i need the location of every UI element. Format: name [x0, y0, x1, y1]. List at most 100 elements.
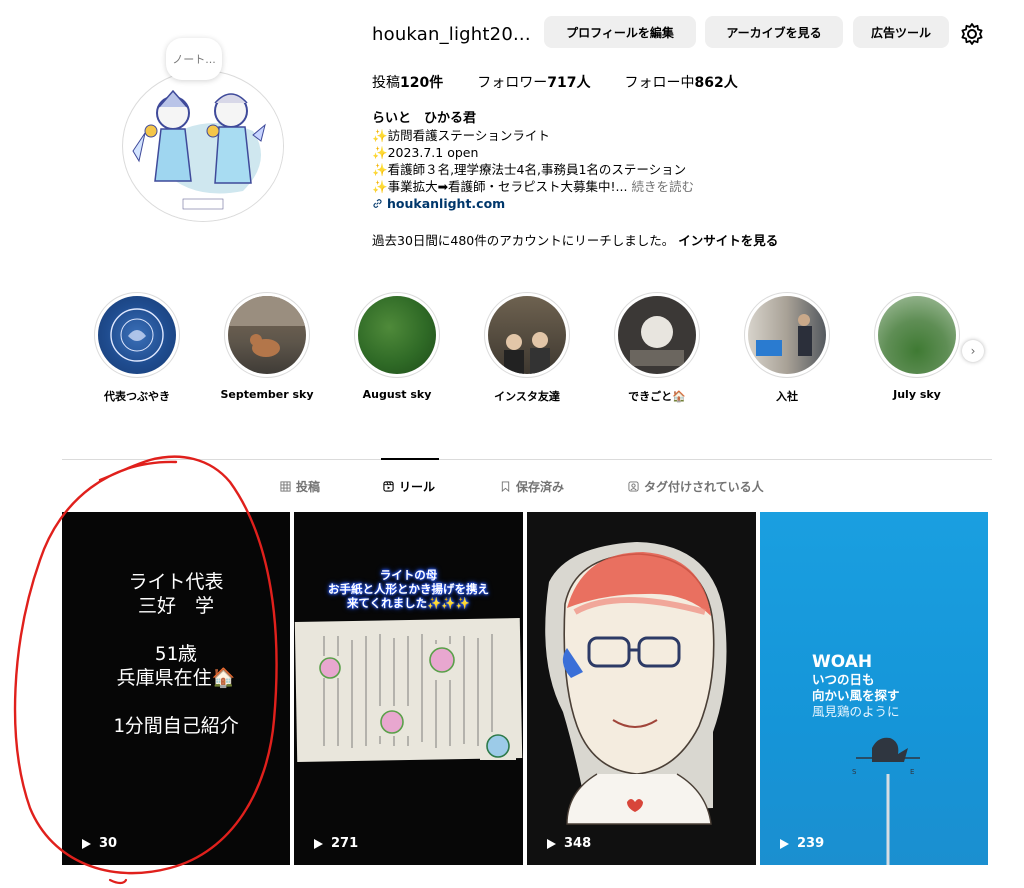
- reel-play-count: 271: [312, 836, 358, 851]
- reel-text-spacer: [62, 690, 290, 714]
- edit-profile-button[interactable]: プロフィールを編集: [544, 16, 696, 48]
- tab-reels[interactable]: リール: [383, 478, 435, 495]
- followers-count[interactable]: フォロワー717人: [477, 72, 590, 92]
- play-icon: [547, 838, 556, 849]
- profile-avatar[interactable]: [122, 70, 284, 222]
- play-icon: [82, 838, 91, 849]
- highlight-item[interactable]: July sky: [862, 292, 972, 401]
- highlight-label: September sky: [220, 388, 314, 401]
- highlight-ring: [484, 292, 570, 378]
- following-value: 862人: [694, 75, 738, 91]
- note-bubble[interactable]: ノート...: [166, 38, 222, 80]
- view-archive-button[interactable]: アーカイブを見る: [705, 16, 843, 48]
- followers-label: フォロワー: [477, 75, 548, 91]
- bio-line: ✨事業拡大➡看護師・セラピスト大募集中!... 続きを読む: [372, 178, 694, 195]
- link-icon: [373, 199, 382, 208]
- following-count[interactable]: フォロー中862人: [624, 72, 737, 92]
- highlight-label: 入社: [776, 390, 798, 403]
- reel-item[interactable]: ライトの母 お手紙と人形とかき揚げを携え 来てくれました✨✨✨ 271: [294, 512, 523, 865]
- highlight-ring: [744, 292, 830, 378]
- active-tab-indicator: [381, 458, 439, 460]
- highlight-thumbnail: [488, 296, 566, 374]
- highlight-thumbnail: [878, 296, 956, 374]
- followers-value: 717人: [547, 75, 591, 91]
- highlight-item[interactable]: 入社: [732, 292, 842, 404]
- reel-text-line: ライト代表: [128, 571, 224, 593]
- bio-line: ✨2023.7.1 open: [372, 145, 479, 160]
- reel-text-line: 51歳: [155, 643, 197, 665]
- reel-play-count: 30: [80, 836, 117, 851]
- reel-weathervane-image: S E: [852, 737, 920, 865]
- profile-stats: 投稿120件 フォロワー717人 フォロー中862人: [372, 72, 738, 92]
- bio-line-text: ✨事業拡大➡看護師・セラピスト大募集中!...: [372, 179, 628, 194]
- play-count-value: 30: [99, 836, 118, 851]
- tab-tagged[interactable]: タグ付けされている人: [628, 478, 764, 495]
- story-highlights: 代表つぶやき September sky August sky インスタ友達 で…: [94, 292, 994, 412]
- highlight-label: できごと🏠: [628, 390, 686, 403]
- play-count-value: 271: [331, 836, 359, 851]
- highlight-item[interactable]: できごと🏠: [602, 292, 712, 404]
- reel-item[interactable]: ライト代表 三好 学 51歳 兵庫県在住🏠 1分間自己紹介 30: [62, 512, 290, 865]
- highlight-item[interactable]: September sky: [212, 292, 322, 401]
- reel-portrait-illustration: [545, 542, 727, 825]
- tab-label: タグ付けされている人: [644, 480, 764, 494]
- posts-count: 投稿120件: [372, 72, 443, 92]
- username: houkan_light20...: [372, 24, 531, 45]
- reel-caption-line: ライトの母: [379, 568, 438, 582]
- avatar[interactable]: [122, 70, 284, 222]
- highlight-friends-image: [504, 332, 550, 374]
- play-icon: [780, 838, 789, 849]
- reel-text-line: 三好 学: [137, 595, 214, 617]
- highlight-item[interactable]: 代表つぶやき: [82, 292, 192, 404]
- reel-item[interactable]: 348: [527, 512, 756, 865]
- highlight-item[interactable]: August sky: [342, 292, 452, 401]
- reel-text-spacer: [62, 618, 290, 642]
- note-text: ノート...: [172, 53, 216, 66]
- posts-value: 120件: [400, 75, 444, 91]
- bio-line: ✨訪問看護ステーションライト: [372, 128, 550, 143]
- highlight-label: August sky: [362, 388, 432, 401]
- chevron-right-icon: ›: [970, 344, 976, 358]
- highlight-office-image: [756, 314, 812, 356]
- bookmark-icon: [501, 481, 510, 492]
- reels-icon: [383, 481, 394, 492]
- grid-icon: [280, 481, 291, 492]
- following-label: フォロー中: [624, 75, 695, 91]
- highlight-thumbnail: [358, 296, 436, 374]
- reach-text: 過去30日間に480件のアカウントにリーチしました。: [372, 233, 675, 248]
- read-more-link[interactable]: 続きを読む: [631, 179, 694, 194]
- tabs-divider: [62, 459, 992, 460]
- play-icon: [314, 838, 323, 849]
- display-name: らいと ひかる君: [372, 111, 477, 126]
- reel-caption-line: お手紙と人形とかき揚げを携え: [328, 582, 489, 596]
- reel-caption: ライトの母 お手紙と人形とかき揚げを携え 来てくれました✨✨✨: [294, 568, 523, 610]
- tab-label: 保存済み: [516, 480, 565, 494]
- ad-tools-button[interactable]: 広告ツール: [853, 16, 949, 48]
- play-count-value: 239: [797, 836, 825, 851]
- svg-text:S: S: [852, 768, 857, 776]
- highlight-label: July sky: [893, 388, 941, 401]
- tab-posts[interactable]: 投稿: [280, 478, 320, 495]
- tab-label: 投稿: [296, 480, 321, 494]
- play-count-value: 348: [564, 836, 592, 851]
- website-link[interactable]: houkanlight.com: [372, 195, 694, 212]
- svg-text:E: E: [910, 768, 914, 776]
- tagged-person-icon: [628, 481, 639, 492]
- highlight-ring: [614, 292, 700, 378]
- reel-text-line: 1分間自己紹介: [113, 715, 239, 737]
- highlight-thumbnail: [748, 296, 826, 374]
- highlight-item[interactable]: インスタ友達: [472, 292, 582, 404]
- posts-label: 投稿: [372, 75, 400, 91]
- reel-letter-image: [294, 618, 523, 762]
- profile-bio: らいと ひかる君 ✨訪問看護ステーションライト ✨2023.7.1 open ✨…: [372, 110, 694, 212]
- reach-summary: 過去30日間に480件のアカウントにリーチしました。 インサイトを見る: [372, 230, 778, 249]
- reel-text-line: 兵庫県在住🏠: [116, 667, 236, 689]
- highlights-next-button[interactable]: ›: [962, 340, 984, 362]
- highlight-logo-image: [110, 308, 164, 362]
- reel-item[interactable]: WOAH いつの日も 向かい風を探す 風見鶏のように S E 239: [760, 512, 988, 865]
- gear-icon[interactable]: [960, 22, 984, 46]
- tab-saved[interactable]: 保存済み: [500, 478, 564, 495]
- highlight-thumbnail: [98, 296, 176, 374]
- view-insights-link[interactable]: インサイトを見る: [678, 233, 778, 248]
- highlight-ring: [94, 292, 180, 378]
